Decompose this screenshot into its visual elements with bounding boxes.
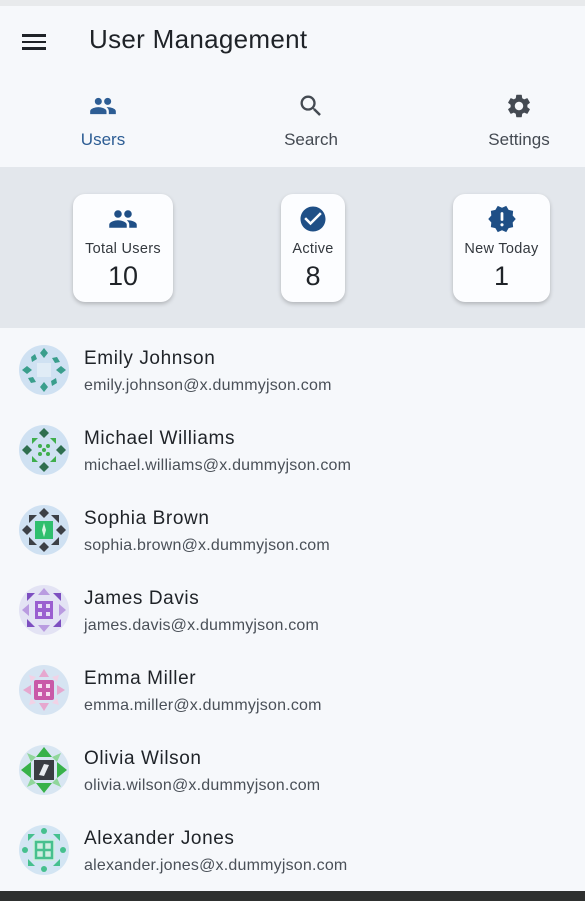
search-icon xyxy=(300,95,321,116)
user-list-item[interactable]: Olivia Wilson olivia.wilson@x.dummyjson.… xyxy=(0,728,585,808)
stat-card-new-today: New Today 1 xyxy=(453,194,550,302)
user-email: alexander.jones@x.dummyjson.com xyxy=(84,857,348,874)
avatar xyxy=(19,665,69,715)
avatar xyxy=(19,505,69,555)
user-email: olivia.wilson@x.dummyjson.com xyxy=(84,777,321,794)
tab-label: Settings xyxy=(488,130,550,149)
page-title: User Management xyxy=(89,24,308,54)
avatar xyxy=(19,745,69,795)
user-email: emma.miller@x.dummyjson.com xyxy=(84,697,322,714)
user-list: Emily Johnson emily.johnson@x.dummyjson.… xyxy=(0,328,585,888)
people-icon xyxy=(90,97,116,115)
user-name: Emma Miller xyxy=(84,668,197,689)
stat-value: 10 xyxy=(107,261,139,291)
avatar xyxy=(19,825,69,875)
user-email: james.davis@x.dummyjson.com xyxy=(84,617,320,634)
check-circle-icon xyxy=(300,206,326,232)
menu-icon xyxy=(14,22,54,62)
user-list-item[interactable]: Michael Williams michael.williams@x.dumm… xyxy=(0,408,585,488)
avatar xyxy=(19,345,69,395)
app-screen: User Management Users Search Settings To… xyxy=(0,6,585,891)
new-badge-icon xyxy=(487,205,516,233)
stats-panel: Total Users 10 Active 8 New Today 1 xyxy=(0,167,585,328)
app-bar: User Management xyxy=(0,6,585,78)
user-email: emily.johnson@x.dummyjson.com xyxy=(84,377,332,394)
tab-bar: Users Search Settings xyxy=(0,78,585,173)
user-list-item[interactable]: Sophia Brown sophia.brown@x.dummyjson.co… xyxy=(0,488,585,568)
stat-label: Total Users xyxy=(85,241,161,257)
avatar xyxy=(19,425,69,475)
stat-value: 1 xyxy=(493,261,510,291)
user-list-item[interactable]: James Davis james.davis@x.dummyjson.com xyxy=(0,568,585,648)
stat-card-active: Active 8 xyxy=(281,194,345,302)
user-name: Olivia Wilson xyxy=(84,748,202,769)
avatar xyxy=(19,585,69,635)
tab-search[interactable]: Search xyxy=(231,78,391,172)
user-email: sophia.brown@x.dummyjson.com xyxy=(84,537,330,554)
user-email: michael.williams@x.dummyjson.com xyxy=(84,457,352,474)
menu-button[interactable] xyxy=(14,22,54,62)
user-name: Emily Johnson xyxy=(84,348,216,369)
stat-label: Active xyxy=(292,241,334,257)
stat-card-total-users: Total Users 10 xyxy=(73,194,173,302)
stat-value: 8 xyxy=(305,261,321,291)
gear-icon xyxy=(508,94,530,118)
tab-settings[interactable]: Settings xyxy=(439,78,585,172)
user-name: Sophia Brown xyxy=(84,508,210,529)
user-name: Michael Williams xyxy=(84,428,236,449)
background-strip xyxy=(0,891,585,901)
user-name: James Davis xyxy=(84,588,200,609)
user-name: Alexander Jones xyxy=(84,828,235,849)
tab-users[interactable]: Users xyxy=(23,78,183,172)
stat-label: New Today xyxy=(464,241,539,257)
user-list-item[interactable]: Alexander Jones alexander.jones@x.dummyj… xyxy=(0,808,585,888)
user-list-item[interactable]: Emma Miller emma.miller@x.dummyjson.com xyxy=(0,648,585,728)
user-list-item[interactable]: Emily Johnson emily.johnson@x.dummyjson.… xyxy=(0,328,585,408)
tab-label: Search xyxy=(284,130,338,149)
tab-label: Users xyxy=(80,130,126,149)
people-icon xyxy=(109,210,137,228)
